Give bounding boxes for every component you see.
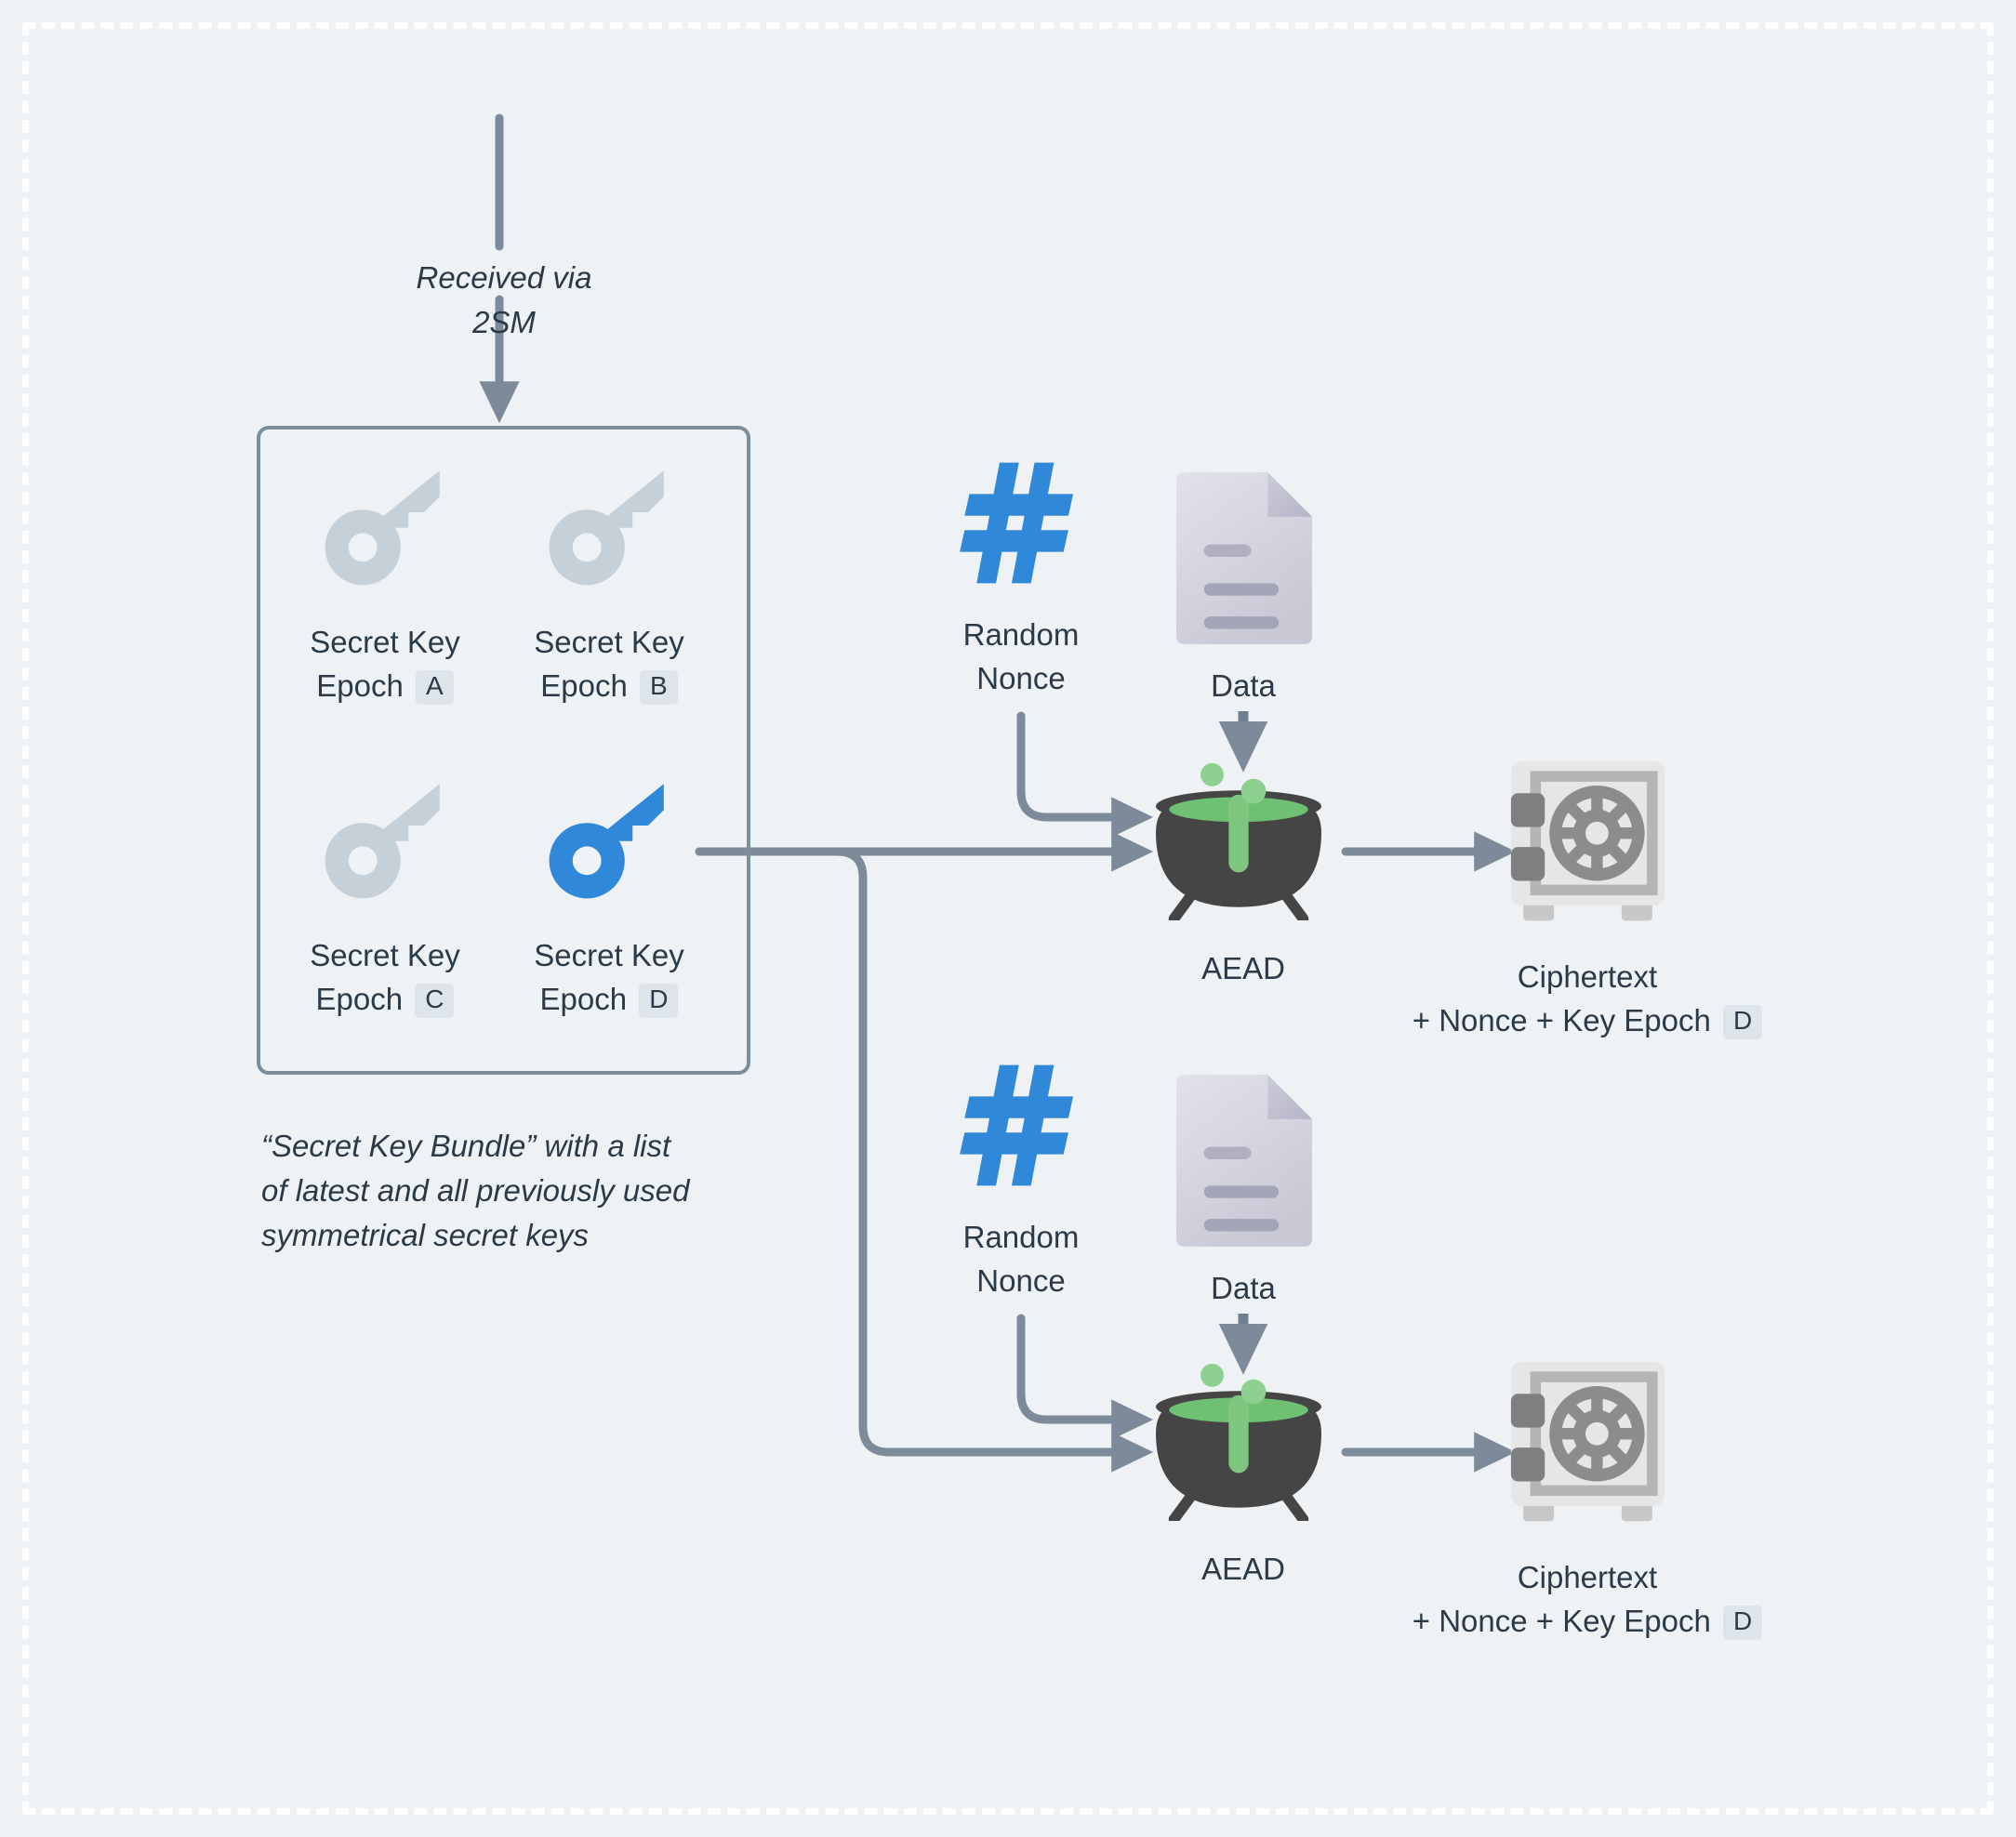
document-icon xyxy=(1175,472,1312,644)
safe-icon xyxy=(1510,1361,1665,1522)
ciphertext-label-2: Ciphertext + Nonce + Key Epoch D xyxy=(1401,1556,1773,1644)
nonce-line-1: Random xyxy=(962,1220,1080,1254)
ciphertext-line-2: + Nonce + Key Epoch xyxy=(1412,1603,1711,1638)
data-document-2 xyxy=(1168,1075,1312,1247)
ciphertext-epoch-badge-1: D xyxy=(1722,1004,1763,1039)
caption-line-3: symmetrical secret keys xyxy=(261,1218,590,1253)
data-document-1 xyxy=(1168,472,1312,644)
random-nonce-hash-2 xyxy=(960,1063,1081,1188)
cauldron-icon xyxy=(1156,1363,1321,1526)
key-label-epoch-b: Secret Key Epoch B xyxy=(470,621,749,708)
key-icon-epoch-d-wrapper xyxy=(544,773,674,904)
key-label-epoch-d: Secret Key Epoch D xyxy=(470,934,749,1022)
key-icon xyxy=(549,470,664,586)
safe-icon xyxy=(1510,760,1665,921)
caption-line-1: “Secret Key Bundle” with a list xyxy=(261,1129,671,1163)
nonce-line-2: Nonce xyxy=(976,1262,1066,1298)
aead-cauldron-2 xyxy=(1146,1355,1332,1526)
aead-label-1: AEAD xyxy=(1201,951,1285,985)
key-icon-epoch-c-wrapper xyxy=(320,773,450,904)
document-icon xyxy=(1175,1075,1312,1247)
key-title-d: Secret Key xyxy=(534,938,684,972)
key-icon-epoch-a-wrapper xyxy=(320,460,450,590)
data-label-2: Data xyxy=(1211,1271,1276,1305)
cauldron-icon xyxy=(1156,762,1321,925)
epoch-badge-d: D xyxy=(639,983,679,1018)
ciphertext-safe-2 xyxy=(1502,1355,1674,1527)
epoch-badge-b: B xyxy=(640,669,678,705)
epoch-badge-c: C xyxy=(415,983,455,1018)
key-subtitle-b: Epoch xyxy=(540,667,628,703)
nonce-line-1: Random xyxy=(962,617,1080,652)
key-subtitle-a: Epoch xyxy=(316,667,404,703)
ciphertext-line-2: + Nonce + Key Epoch xyxy=(1412,1002,1711,1037)
epoch-badge-a: A xyxy=(416,669,454,705)
random-nonce-label-2: Random Nonce xyxy=(899,1216,1143,1303)
key-icon-epoch-b-wrapper xyxy=(544,460,674,590)
key-title-a: Secret Key xyxy=(310,625,460,659)
key-bundle-caption: “Secret Key Bundle” with a list of lates… xyxy=(261,1124,745,1259)
nonce-line-2: Nonce xyxy=(976,660,1066,695)
diagram-canvas: Received via 2SM Secret Key Epoch A Secr… xyxy=(0,0,2016,1837)
ciphertext-line-1: Ciphertext xyxy=(1517,959,1658,994)
key-icon xyxy=(549,784,664,899)
ciphertext-line-1: Ciphertext xyxy=(1517,1560,1658,1594)
aead-cauldron-1 xyxy=(1146,755,1332,925)
ciphertext-epoch-badge-2: D xyxy=(1722,1605,1763,1640)
received-via-2sm-label: Received via 2SM xyxy=(416,260,592,340)
caption-line-2: of latest and all previously used xyxy=(261,1173,690,1209)
nonce-to-aead-connector-2 xyxy=(1016,1314,1154,1440)
key-icon xyxy=(325,784,440,899)
ciphertext-safe-1 xyxy=(1502,755,1674,927)
key-title-c: Secret Key xyxy=(310,938,460,972)
hash-icon xyxy=(960,462,1074,584)
data-label-1: Data xyxy=(1211,668,1276,703)
aead-label-2: AEAD xyxy=(1201,1552,1285,1586)
nonce-to-aead-connector-1 xyxy=(1016,711,1154,838)
key-subtitle-c: Epoch xyxy=(315,981,404,1016)
random-nonce-hash-1 xyxy=(960,460,1081,586)
key-icon xyxy=(325,470,440,586)
key-title-b: Secret Key xyxy=(534,625,684,659)
key-subtitle-d: Epoch xyxy=(539,981,628,1016)
random-nonce-label-1: Random Nonce xyxy=(899,614,1143,701)
hash-icon xyxy=(960,1064,1074,1186)
ciphertext-label-1: Ciphertext + Nonce + Key Epoch D xyxy=(1401,956,1773,1043)
